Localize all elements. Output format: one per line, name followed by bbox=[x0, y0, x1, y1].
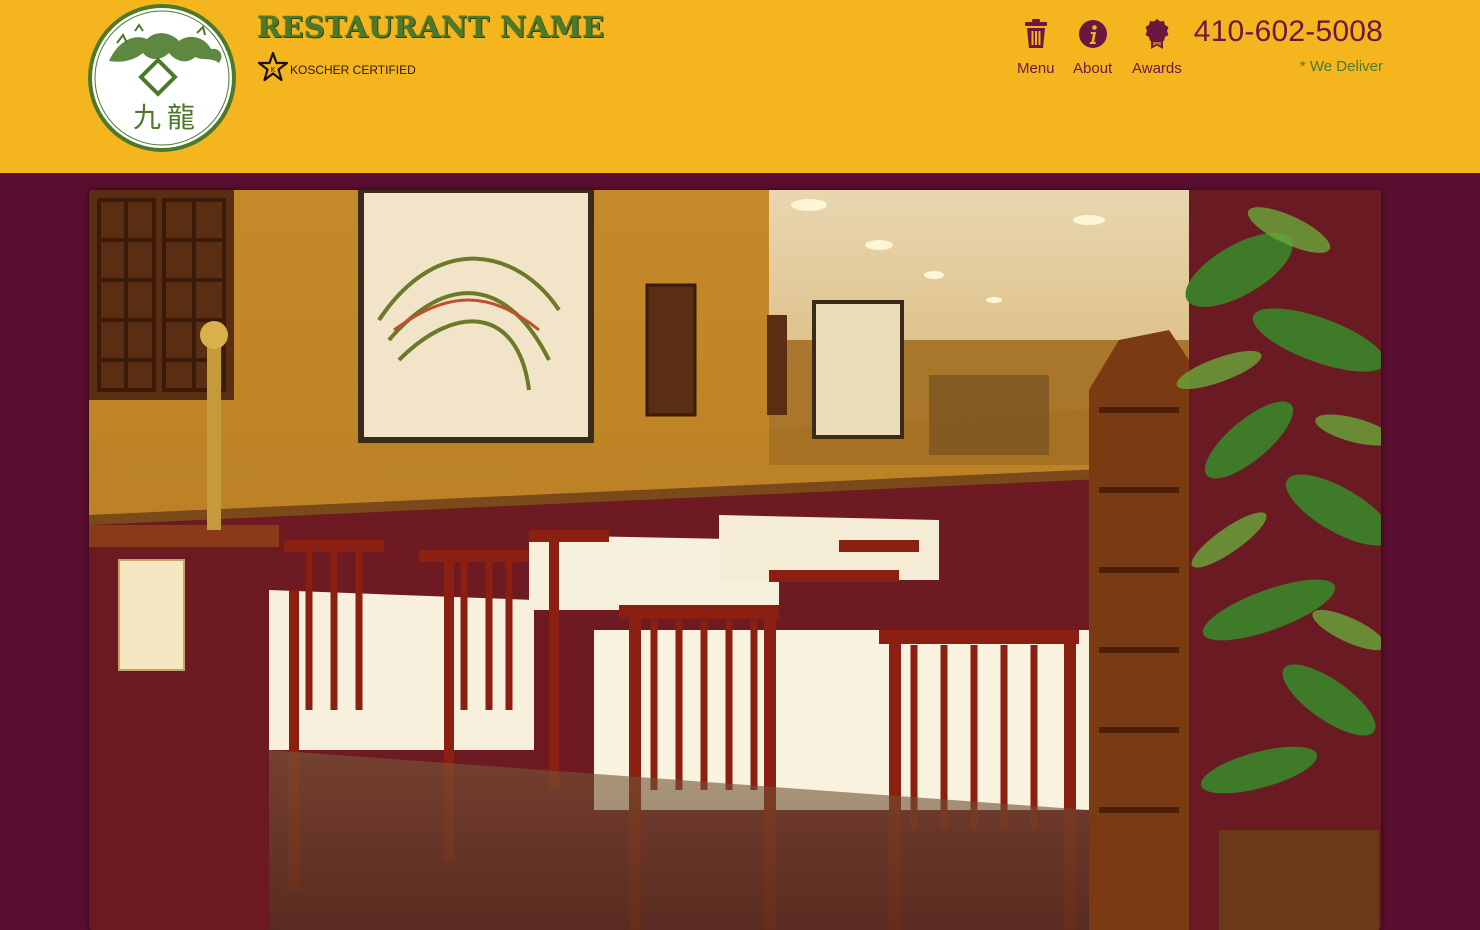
kosher-certification: K KOSCHER CERTIFIED bbox=[257, 51, 416, 87]
info-icon bbox=[1078, 18, 1108, 54]
certification-label: KOSCHER CERTIFIED bbox=[290, 63, 416, 77]
hero-photo-illustration bbox=[89, 190, 1381, 930]
delivery-note: * We Deliver bbox=[1299, 58, 1383, 75]
nav-menu-label: Menu bbox=[1017, 60, 1055, 77]
award-ribbon-icon bbox=[1142, 18, 1172, 54]
restaurant-logo[interactable]: 九 龍 bbox=[87, 3, 237, 153]
kosher-star-icon: K bbox=[257, 51, 289, 87]
restaurant-interior-photo bbox=[89, 190, 1381, 930]
svg-text:K: K bbox=[271, 66, 276, 74]
nav-awards-label: Awards bbox=[1132, 60, 1182, 77]
nav-menu[interactable]: Menu bbox=[1017, 18, 1055, 77]
logo-character-2: 龍 bbox=[167, 101, 195, 134]
menu-bucket-icon bbox=[1021, 18, 1051, 54]
nav-about[interactable]: About bbox=[1073, 18, 1112, 77]
restaurant-name: RESTAURANT NAME bbox=[257, 10, 605, 44]
logo-character-1: 九 bbox=[133, 101, 161, 134]
nav-awards[interactable]: Awards bbox=[1132, 18, 1182, 77]
nav-about-label: About bbox=[1073, 60, 1113, 77]
phone-number-link[interactable]: 410-602-5008 bbox=[1194, 15, 1383, 49]
site-header: 九 龍 RESTAURANT NAME K KOSCHER CERTIFIED … bbox=[0, 0, 1480, 173]
